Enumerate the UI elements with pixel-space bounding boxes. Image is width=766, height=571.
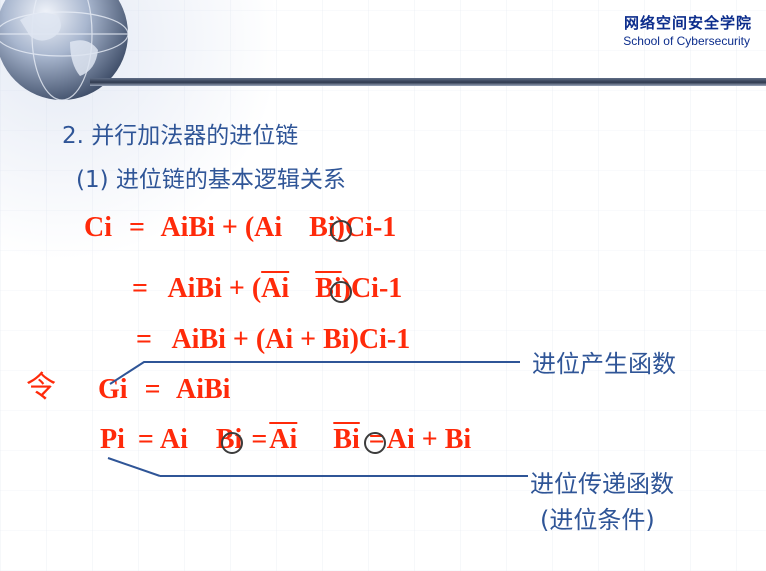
xor-operator-icon: [364, 432, 386, 454]
section-title: 2. 并行加法器的进位链: [62, 123, 299, 149]
formula-term: Ai + Bi: [386, 424, 472, 455]
formula-equals: =: [144, 374, 161, 405]
let-symbol: 令: [26, 370, 56, 405]
formula-equals: =: [136, 324, 152, 355]
xor-operator-icon: [330, 220, 352, 242]
subsection-title: (1) 进位链的基本逻辑关系: [76, 167, 346, 193]
header-bar: [90, 78, 766, 86]
formula-not-ai: Ai: [269, 424, 298, 455]
formula-equals: =: [132, 273, 148, 304]
school-name-english: School of Cybersecurity: [623, 34, 750, 48]
school-name-chinese: 网络空间安全学院: [623, 14, 752, 32]
xor-operator-icon: [330, 281, 352, 303]
globe-logo-icon: [0, 0, 129, 101]
formula-equals: =: [137, 424, 154, 455]
xor-operator-icon: [221, 432, 243, 454]
formula-not-ai: Ai: [261, 273, 290, 304]
formula-line-5: Pi = Ai Bi =Ai Bi =Ai + Bi: [100, 424, 471, 456]
formula-pi: Pi: [100, 424, 125, 455]
formula-line-3: = AiBi + (Ai + Bi)Ci-1: [136, 324, 410, 356]
formula-term: AiBi + (: [167, 273, 262, 304]
formula-term: AiBi: [176, 374, 231, 405]
formula-line-2: = AiBi + (Ai Bi)Ci-1: [132, 273, 402, 305]
formula-gi: Gi: [98, 374, 128, 405]
formula-equals: =: [129, 212, 145, 243]
slide: 网络空间安全学院 School of Cybersecurity 2. 并行加法…: [0, 0, 766, 571]
formula-term: AiBi + (Ai: [160, 212, 290, 243]
formula-not-bi: Bi: [333, 424, 360, 455]
formula-equals: =: [251, 424, 268, 455]
formula-line-4: Gi = AiBi: [98, 374, 230, 406]
annotation-carry-condition: (进位条件): [540, 506, 655, 534]
formula-ci: Ci: [84, 212, 112, 243]
annotation-carry-generate: 进位产生函数: [532, 350, 676, 378]
formula-ai: Ai: [159, 424, 188, 455]
formula-term: Bi)Ci-1: [309, 212, 397, 243]
annotation-carry-propagate: 进位传递函数: [530, 470, 674, 498]
formula-term: AiBi + (Ai + Bi)Ci-1: [171, 324, 411, 355]
